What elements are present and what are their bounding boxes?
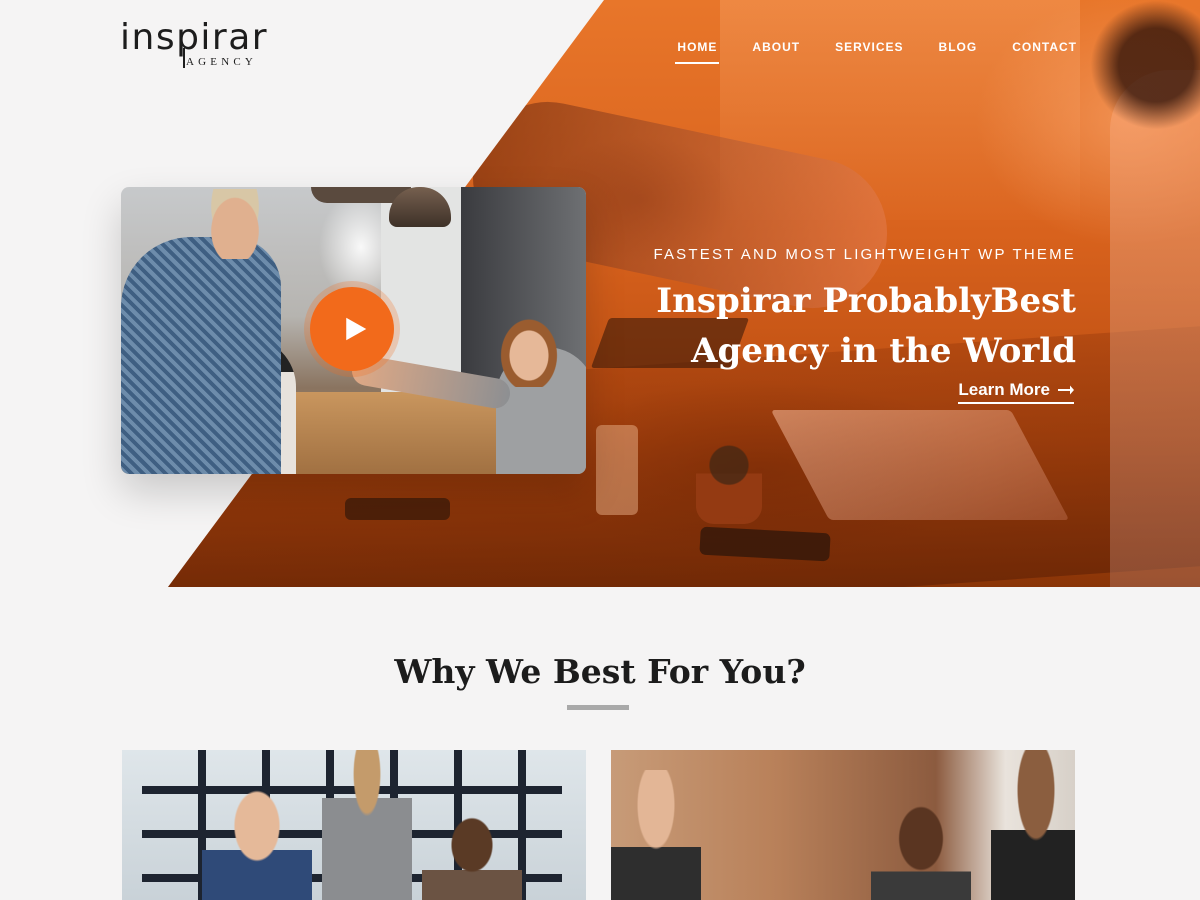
feature-card-image bbox=[122, 750, 586, 900]
hero-title-line: Agency in the World bbox=[691, 331, 1076, 371]
video-photo-person bbox=[121, 237, 281, 474]
brand-logo[interactable]: inspirar AGENCY bbox=[120, 18, 290, 72]
hero-photo-phone bbox=[345, 498, 450, 520]
section-title-underline bbox=[567, 705, 629, 710]
nav-item-blog[interactable]: BLOG bbox=[939, 40, 978, 64]
card-photo-person bbox=[202, 790, 312, 900]
arrow-right-icon bbox=[1058, 385, 1074, 395]
card-photo-person bbox=[871, 800, 971, 900]
feature-card-image bbox=[611, 750, 1075, 900]
card-photo-person bbox=[991, 750, 1075, 900]
brand-name: inspirar bbox=[120, 17, 269, 58]
section-title: Why We Best For You? bbox=[394, 652, 806, 691]
nav-item-services[interactable]: SERVICES bbox=[835, 40, 903, 64]
hero-photo-person bbox=[1090, 0, 1200, 130]
hero-photo-cup bbox=[596, 425, 638, 515]
card-photo-person bbox=[611, 770, 701, 900]
learn-more-label: Learn More bbox=[958, 380, 1050, 399]
play-video-button[interactable] bbox=[310, 287, 394, 371]
card-photo-person bbox=[322, 750, 412, 900]
hero-title-line: Inspirar ProbablyBest bbox=[656, 281, 1076, 321]
card-photo-person bbox=[422, 810, 522, 900]
main-navigation: HOME ABOUT SERVICES BLOG CONTACT bbox=[642, 40, 1077, 64]
video-photo-person bbox=[205, 189, 265, 259]
logo-divider bbox=[183, 48, 185, 68]
video-thumbnail[interactable] bbox=[121, 187, 586, 474]
hero-photo-person bbox=[1110, 70, 1200, 587]
nav-item-contact[interactable]: CONTACT bbox=[1012, 40, 1077, 64]
nav-item-about[interactable]: ABOUT bbox=[752, 40, 800, 64]
hero-title: Inspirar ProbablyBest Agency in the Worl… bbox=[616, 276, 1076, 376]
brand-tagline: AGENCY bbox=[186, 56, 258, 68]
video-photo-person bbox=[499, 317, 559, 387]
learn-more-link[interactable]: Learn More bbox=[958, 380, 1074, 404]
hero-photo-plant bbox=[696, 440, 762, 524]
hero-eyebrow: FASTEST AND MOST LIGHTWEIGHT WP THEME bbox=[653, 246, 1076, 263]
play-icon bbox=[345, 317, 366, 341]
nav-item-home[interactable]: HOME bbox=[675, 40, 720, 64]
